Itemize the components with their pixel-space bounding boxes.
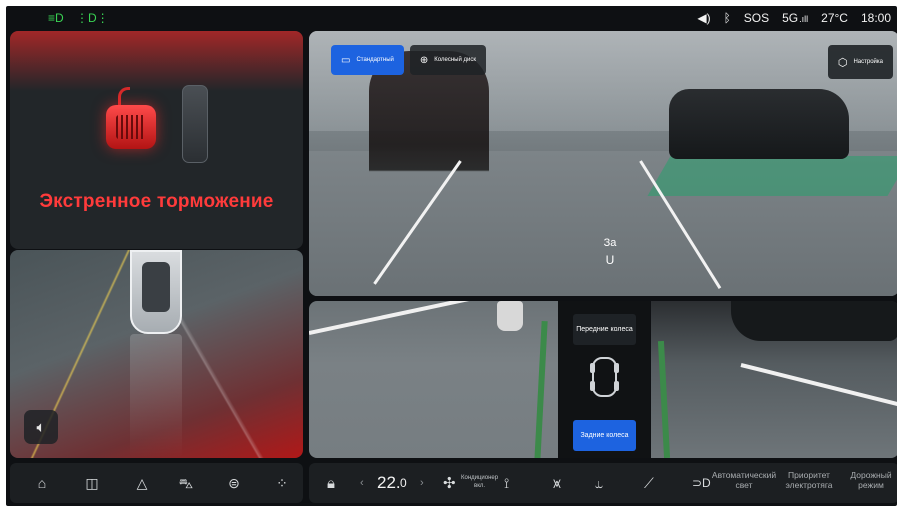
parking-stripe (647, 156, 897, 196)
wheel-icon: ⊕ (419, 54, 429, 66)
priority-line2: электротяга (785, 480, 833, 490)
sos-label[interactable]: SOS (744, 10, 769, 26)
road-line2: режим (858, 480, 884, 490)
temp-up-button[interactable]: › (420, 463, 424, 503)
settings-label: Настройка (853, 59, 883, 65)
camera-app-icon[interactable]: ◫ (82, 474, 102, 492)
ac-label-line2: вкл. (474, 483, 486, 489)
clock: 18:00 (860, 11, 891, 25)
auto-light-icon[interactable]: ⊃D (692, 463, 711, 503)
curb-edge (534, 320, 548, 458)
ac-label-line1: Кондиционер (461, 475, 499, 481)
wheel-view-selector: Передние колеса Задние колеса (558, 301, 650, 458)
status-bar: ≡D ⋮D⋮ ◀) ᛒ SOS 5G .ıll 27°C 18:00 (6, 6, 897, 30)
tab-standard-label: Стандартный (356, 57, 394, 63)
media-icon[interactable]: ⊜ (224, 474, 244, 492)
signal-icon: .ıll (799, 13, 809, 24)
car-icon[interactable]: ⛍ (176, 474, 196, 492)
auto-light-button[interactable]: Автоматический свет (709, 470, 779, 490)
camera-settings-button[interactable]: ⬡ Настройка (827, 45, 893, 79)
ev-priority-button[interactable]: Приоритет электротяга (781, 470, 837, 490)
birds-eye-view: 🔈︎ (10, 250, 303, 458)
speaker-icon: 🔈︎ (36, 418, 46, 436)
temp-down-button[interactable]: ‹ (360, 463, 364, 503)
car-display: ≡D ⋮D⋮ ◀) ᛒ SOS 5G .ıll 27°C 18:00 Экстр… (6, 6, 897, 506)
auto-light-line2: свет (735, 480, 753, 490)
main-camera-view: ▭ Стандартный ⊕ Колесный диск ⬡ Настройк… (309, 31, 897, 296)
status-indicators: ◀) ᛒ SOS 5G .ıll 27°C 18:00 (697, 10, 891, 26)
lock-icon[interactable]: 🔒︎ (327, 463, 335, 503)
camera-mode-tabs: ▭ Стандартный ⊕ Колесный диск (331, 45, 486, 75)
accelerator-pedal-icon (182, 85, 208, 163)
car-outline-icon (590, 357, 619, 397)
seat-heating-icon[interactable]: ⟟ (504, 463, 509, 503)
outside-temperature: 27°C (821, 11, 848, 25)
right-wheel-camera (651, 301, 897, 458)
temperature-decimal: 0 (400, 476, 407, 490)
app-dock: ⌂ ◫ △ ⛍ ⊜ ⁘ (10, 463, 303, 503)
tab-wheel-rim-label: Колесный диск (434, 57, 476, 63)
rear-wheels-button[interactable]: Задние колеса (573, 420, 636, 451)
seat-ventilation-icon[interactable]: ⥿ (595, 463, 603, 503)
fan-icon[interactable]: ✣ (443, 463, 456, 503)
home-icon[interactable]: ⌂ (32, 474, 52, 492)
apps-grid-icon[interactable]: ⁘ (272, 474, 292, 492)
curb-edge (657, 340, 671, 458)
alert-glow (10, 31, 303, 91)
parked-car (669, 89, 849, 159)
pedestrian-feet (497, 301, 523, 331)
vehicle-top-view (130, 250, 182, 334)
volume-icon[interactable]: ◀) (697, 10, 710, 26)
sound-toggle-button[interactable]: 🔈︎ (24, 410, 58, 444)
temperature-value: 22. (377, 473, 401, 492)
emergency-brake-alert: Экстренное торможение (10, 31, 303, 249)
parking-line (740, 363, 897, 409)
network-indicator: 5G .ıll (782, 10, 809, 25)
trajectory-guide (130, 334, 182, 458)
road-line1: Дорожный (850, 470, 892, 480)
headlight-icon: ≡D (48, 11, 64, 25)
magnet-icon: U (605, 253, 615, 267)
alert-message: Экстренное торможение (39, 191, 274, 212)
pedestrian (369, 51, 489, 221)
left-wheel-camera (309, 301, 558, 458)
steering-heat-icon[interactable]: ⟋ (644, 463, 654, 503)
auto-light-line1: Автоматический (711, 470, 777, 480)
parked-car (731, 301, 897, 341)
pedal-illustration (106, 85, 216, 169)
front-wheels-button[interactable]: Передние колеса (573, 314, 636, 345)
ac-status[interactable]: Кондиционер вкл. (461, 474, 498, 490)
defrost-icon[interactable]: ⩙ (553, 463, 561, 503)
road-mode-button[interactable]: Дорожный режим (843, 470, 897, 490)
camera-icon: ▭ (341, 54, 351, 66)
tab-standard[interactable]: ▭ Стандартный (331, 45, 404, 75)
priority-line1: Приоритет (788, 470, 830, 480)
gear-indicator: За (603, 237, 617, 249)
settings-icon: ⬡ (837, 56, 848, 69)
parking-light-icon: ⋮D⋮ (76, 11, 109, 25)
navigation-icon[interactable]: △ (132, 474, 152, 492)
bluetooth-icon: ᛒ (723, 11, 731, 25)
quick-controls-bar: 🔒︎ ‹ 22. 0 › ✣ Кондиционер вкл. ⟟ ⩙ ⥿ ⟋ … (309, 463, 897, 503)
brake-pedal-icon (106, 105, 156, 149)
tab-wheel-rim[interactable]: ⊕ Колесный диск (409, 45, 486, 75)
